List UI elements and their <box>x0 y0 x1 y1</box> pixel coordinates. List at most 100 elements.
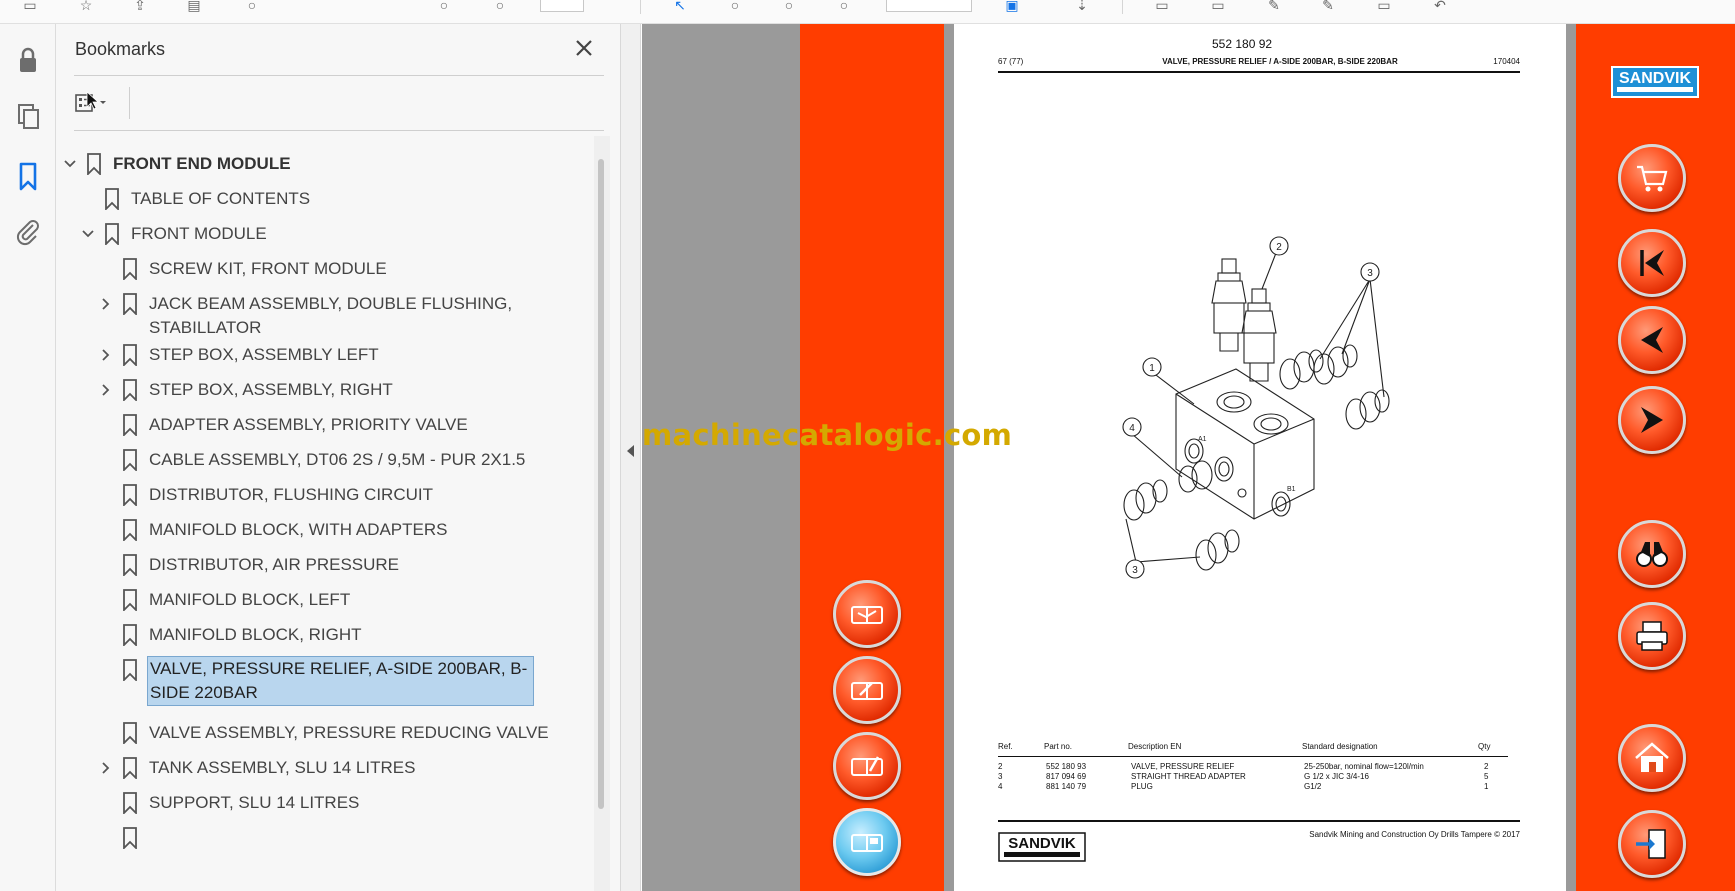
zoom-in-icon[interactable]: ○ <box>832 0 856 14</box>
bookmark-item[interactable]: VALVE ASSEMBLY, PRESSURE REDUCING VALVE <box>56 721 592 745</box>
bookmark-options-button[interactable] <box>74 87 124 119</box>
bookmark-item[interactable]: DISTRIBUTOR, AIR PRESSURE <box>56 553 592 577</box>
page-copyright: Sandvik Mining and Construction Oy Drill… <box>1309 830 1520 839</box>
bookmark-item-selected[interactable]: VALVE, PRESSURE RELIEF, A-SIDE 200BAR, B… <box>56 656 592 708</box>
table-header: Standard designation <box>1302 742 1378 751</box>
lock-icon[interactable] <box>12 44 44 76</box>
chevron-right-icon[interactable] <box>98 347 114 363</box>
page-up-icon[interactable]: ○ <box>432 0 456 14</box>
sandvik-footer-logo: SANDVIK <box>998 832 1086 862</box>
catalog-right-sidebar <box>1576 24 1735 891</box>
catalog-left-sidebar <box>800 24 944 891</box>
toolbar-separator <box>640 0 641 14</box>
print-button[interactable] <box>1618 602 1686 670</box>
next-page-button[interactable] <box>1618 386 1686 454</box>
bookmark-item[interactable]: SUPPORT, SLU 14 LITRES <box>56 791 592 815</box>
bookmark-item[interactable]: MANIFOLD BLOCK, WITH ADAPTERS <box>56 518 592 542</box>
header-rule <box>998 71 1520 73</box>
bookmark-item[interactable]: CABLE ASSEMBLY, DT06 2S / 9,5M - PUR 2X1… <box>56 448 592 472</box>
bookmark-add-icon[interactable]: ☆ <box>74 0 98 14</box>
bookmark-label: STEP BOX, ASSEMBLY LEFT <box>149 345 379 364</box>
bookmark-item[interactable]: STEP BOX, ASSEMBLY LEFT <box>56 343 592 367</box>
bookmarks-panel: Bookmarks FRONT END MODULE TABLE OF CONT… <box>56 24 620 891</box>
bookmark-item[interactable]: MANIFOLD BLOCK, RIGHT <box>56 623 592 647</box>
draw-icon[interactable]: ✎ <box>1262 0 1286 14</box>
chevron-down-icon[interactable] <box>80 226 96 242</box>
callout-label: 2 <box>1276 242 1282 253</box>
search-button[interactable] <box>1618 520 1686 588</box>
cart-button[interactable] <box>1618 144 1686 212</box>
hand-tool-icon[interactable]: ○ <box>723 0 747 14</box>
zoom-search-icon[interactable]: ○ <box>240 0 264 14</box>
bookmark-item[interactable]: DISTRIBUTOR, FLUSHING CIRCUIT <box>56 483 592 507</box>
chevron-right-icon[interactable] <box>98 296 114 312</box>
thread-adapter <box>1345 389 1390 430</box>
bookmark-icon <box>123 258 137 280</box>
highlight-icon[interactable]: ▭ <box>1206 0 1230 14</box>
bookmark-item[interactable]: TANK ASSEMBLY, SLU 14 LITRES <box>56 756 592 780</box>
home-icon[interactable]: ▭ <box>18 0 42 14</box>
bookmark-item[interactable]: SCREW KIT, FRONT MODULE <box>56 257 592 281</box>
page-thumbnails-icon[interactable] <box>12 100 44 132</box>
catalog-nav-button-active[interactable] <box>833 808 901 876</box>
bookmark-item[interactable]: ADAPTER ASSEMBLY, PRIORITY VALVE <box>56 413 592 437</box>
thread-adapter <box>1123 479 1168 521</box>
print-icon[interactable]: ▤ <box>182 0 206 14</box>
previous-page-button[interactable] <box>1618 306 1686 374</box>
page-number-field[interactable] <box>540 0 584 12</box>
delete-icon[interactable]: ▭ <box>1372 0 1396 14</box>
panel-splitter[interactable] <box>620 24 641 891</box>
select-cursor-icon[interactable]: ↖ <box>668 0 692 14</box>
next-page-icon <box>1641 407 1663 433</box>
upload-icon[interactable]: ⇪ <box>128 0 152 14</box>
bookmark-icon <box>123 414 137 436</box>
toolbar-separator <box>1122 0 1123 14</box>
bookmark-icon <box>123 484 137 506</box>
footer-rule <box>998 820 1520 822</box>
catalog-nav-button[interactable] <box>833 732 901 800</box>
exit-button[interactable] <box>1618 810 1686 878</box>
document-viewport[interactable]: 552 180 92 67 (77) VALVE, PRESSURE RELIE… <box>642 24 1735 891</box>
divider <box>129 87 130 119</box>
binoculars-icon <box>1636 542 1668 567</box>
first-page-button[interactable] <box>1618 229 1686 297</box>
scroll-mode-icon[interactable]: ⇣ <box>1070 0 1094 14</box>
collapse-panel-arrow-icon[interactable] <box>627 445 634 457</box>
edit-icon[interactable]: ✎ <box>1316 0 1340 14</box>
page-down-icon[interactable]: ○ <box>488 0 512 14</box>
bookmark-label: VALVE, PRESSURE RELIEF, A-SIDE 200BAR, B… <box>147 656 534 706</box>
bookmark-item-front-end-module[interactable]: FRONT END MODULE <box>56 152 592 176</box>
bookmark-label: FRONT MODULE <box>131 224 267 243</box>
bookmark-item[interactable]: STEP BOX, ASSEMBLY, RIGHT <box>56 378 592 402</box>
bookmark-item[interactable]: JACK BEAM ASSEMBLY, DOUBLE FLUSHING, STA… <box>56 292 592 340</box>
pdf-page: 552 180 92 67 (77) VALVE, PRESSURE RELIE… <box>954 24 1566 891</box>
chevron-down-icon[interactable] <box>62 156 78 172</box>
callout-label: 4 <box>1129 423 1135 434</box>
page-code: 170404 <box>1493 57 1520 66</box>
bookmark-icon <box>123 722 137 744</box>
catalog-nav-button[interactable] <box>833 656 901 724</box>
bookmark-item-table-of-contents[interactable]: TABLE OF CONTENTS <box>56 187 592 211</box>
close-panel-button[interactable] <box>572 36 596 60</box>
zoom-level-field[interactable] <box>886 0 972 12</box>
home-button[interactable] <box>1618 724 1686 792</box>
zoom-out-icon[interactable]: ○ <box>777 0 801 14</box>
svg-text:SANDVIK: SANDVIK <box>1619 70 1691 87</box>
bookmark-item-front-module[interactable]: FRONT MODULE <box>56 222 592 246</box>
first-page-icon <box>1640 250 1664 276</box>
attachment-icon[interactable] <box>12 216 44 248</box>
fit-page-icon[interactable]: ▣ <box>1000 0 1024 14</box>
chevron-right-icon[interactable] <box>98 382 114 398</box>
bookmarks-panel-icon[interactable] <box>12 160 44 192</box>
bookmark-label: CABLE ASSEMBLY, DT06 2S / 9,5M - PUR 2X1… <box>149 450 526 469</box>
bookmarks-scrollbar-thumb[interactable] <box>598 159 604 809</box>
bookmark-icon <box>123 379 137 401</box>
bookmark-icon <box>123 293 137 315</box>
undo-icon[interactable]: ↶ <box>1428 0 1452 14</box>
bookmark-item[interactable]: MANIFOLD BLOCK, LEFT <box>56 588 592 612</box>
thread-adapter <box>1313 344 1358 385</box>
catalog-nav-button[interactable] <box>833 580 901 648</box>
comment-icon[interactable]: ▭ <box>1150 0 1174 14</box>
chevron-right-icon[interactable] <box>98 760 114 776</box>
bookmark-item[interactable] <box>56 826 592 850</box>
